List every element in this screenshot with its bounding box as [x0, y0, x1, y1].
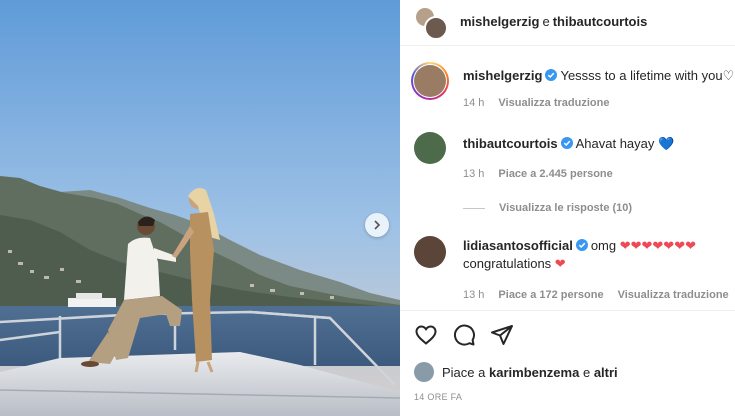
comment-username[interactable]: mishelgerzig: [463, 68, 542, 83]
comment-username[interactable]: lidiasantosofficial: [463, 238, 573, 253]
likes-user[interactable]: karimbenzema: [489, 365, 579, 380]
likes-prefix: Piace a: [442, 364, 486, 380]
avatar: [424, 16, 448, 40]
comment-meta: 13 h Piace a 2.445 persone: [463, 168, 627, 180]
comment-body: Ahavat hayay: [575, 136, 655, 151]
comment-meta: 13 h Piace a 172 persone Visualizza traduz…: [463, 289, 735, 301]
translate-link[interactable]: Visualizza traduzione: [498, 97, 609, 109]
replies-divider: [463, 207, 485, 209]
comment-text: thibautcourtois Ahavat hayay 💙: [463, 135, 674, 153]
comment-meta: 14 h Visualizza traduzione: [463, 97, 623, 109]
next-photo-button[interactable]: [365, 213, 389, 237]
chevron-right-icon: [374, 220, 381, 230]
likes-conj: e: [582, 364, 591, 380]
post-header: mishelgerzig e thibautcourtois: [400, 0, 735, 46]
avatar[interactable]: [414, 132, 446, 164]
post-panel: mishelgerzig e thibautcourtois mishelgerzi…: [400, 0, 735, 416]
view-replies-label: Visualizza le risposte (10): [499, 202, 633, 214]
avatar[interactable]: [414, 236, 446, 268]
verified-icon: [545, 69, 558, 81]
likes-others[interactable]: altri: [594, 365, 618, 380]
comment-likes[interactable]: Piace a 172 persone: [498, 289, 603, 301]
comment-time: 14 h: [463, 97, 485, 109]
comment-text: mishelgerzig Yessss to a lifetime with yo…: [463, 67, 734, 85]
post-authors: mishelgerzig e thibautcourtois: [460, 14, 647, 29]
comment-icon[interactable]: [452, 323, 476, 347]
proposal-photo: [0, 0, 400, 416]
likes-summary: Piace a karimbenzema e altri: [414, 362, 618, 382]
collab-avatars[interactable]: [414, 6, 448, 40]
red-heart-emojis: ❤❤❤❤❤❤❤: [619, 238, 696, 253]
share-icon[interactable]: [490, 323, 514, 347]
comment-likes[interactable]: Piace a 2.445 persone: [498, 168, 612, 180]
comment-text-line2: congratulations ❤: [463, 255, 566, 273]
author-link[interactable]: thibautcourtois: [553, 14, 648, 29]
author-link[interactable]: mishelgerzig: [460, 14, 539, 29]
comment-body: congratulations: [463, 256, 552, 271]
comment-text: lidiasantosofficial omg ❤❤❤❤❤❤❤: [463, 237, 696, 255]
translate-link[interactable]: Visualizza traduzione: [618, 289, 729, 301]
comment-time: 13 h: [463, 168, 485, 180]
blue-heart-emoji: 💙: [658, 136, 675, 151]
view-replies-button[interactable]: Visualizza le risposte (10): [463, 202, 632, 214]
heart-icon[interactable]: [414, 323, 438, 347]
story-ring[interactable]: [411, 62, 449, 100]
comment-time: 13 h: [463, 289, 485, 301]
comment-username[interactable]: thibautcourtois: [463, 136, 558, 151]
post-photo[interactable]: [0, 0, 400, 416]
action-bar: [400, 310, 735, 356]
avatar: [414, 362, 434, 382]
verified-icon: [560, 137, 573, 149]
white-heart-icon: ♡: [722, 68, 735, 83]
post-timestamp[interactable]: 14 ORE FA: [414, 392, 462, 402]
comment-body: omg: [590, 238, 617, 253]
comment-body: Yessss to a lifetime with you: [560, 68, 723, 83]
avatar: [414, 65, 446, 97]
author-separator: e: [542, 14, 550, 29]
verified-icon: [575, 239, 588, 251]
red-heart-emoji: ❤: [554, 256, 566, 271]
